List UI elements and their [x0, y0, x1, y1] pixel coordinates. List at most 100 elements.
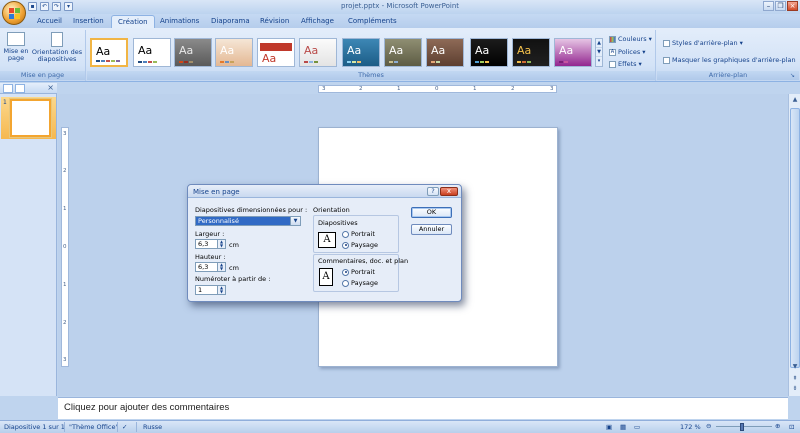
notes-paysage-radio[interactable]: Paysage [342, 279, 378, 287]
theme-4[interactable]: Aa [215, 38, 253, 67]
styles-arriere-plan-button[interactable]: Styles d'arrière-plan ▾ [663, 39, 743, 47]
tab-animations[interactable]: Animations [160, 17, 199, 25]
radio-selected-icon[interactable] [342, 268, 349, 276]
spin-down-icon[interactable]: ▼ [218, 290, 225, 294]
tab-diaporama[interactable]: Diaporama [211, 17, 250, 25]
radio-icon[interactable] [342, 230, 349, 238]
normal-view-icon[interactable]: ▣ [606, 423, 612, 431]
checkbox-icon[interactable] [663, 56, 670, 64]
status-language[interactable]: Russe [143, 423, 162, 431]
height-value[interactable]: 6,3 [198, 263, 208, 271]
theme-9[interactable]: Aa [426, 38, 464, 67]
height-spinner[interactable]: 6,3 ▲ ▼ [195, 262, 226, 272]
theme-sample: Aa [389, 44, 404, 57]
next-slide-icon[interactable]: ⇟ [790, 384, 800, 394]
theme-12[interactable]: Aa [554, 38, 592, 67]
theme-2[interactable]: Aa [133, 38, 171, 67]
spinner-buttons[interactable]: ▲ ▼ [217, 286, 225, 294]
theme-10[interactable]: Aa [470, 38, 508, 67]
slideshow-view-icon[interactable]: ▭ [634, 423, 640, 431]
ruler-tick: 2 [63, 168, 67, 174]
slide-number: 1 [3, 99, 7, 106]
numbering-value[interactable]: 1 [198, 286, 202, 294]
scroll-thumb[interactable] [790, 108, 800, 368]
dialog-launcher-icon[interactable]: ↘ [790, 72, 795, 79]
ruler-tick: 2 [511, 86, 515, 92]
orientation-button[interactable]: Orientation des diapositives [31, 32, 83, 63]
width-value[interactable]: 6,3 [198, 240, 208, 248]
ruler-tick: 2 [359, 86, 363, 92]
spellcheck-icon[interactable]: ✓ [122, 423, 127, 431]
gallery-more-icon[interactable]: ▾ [596, 57, 602, 66]
slides-paysage-radio[interactable]: Paysage [342, 241, 378, 249]
ok-button[interactable]: OK [411, 207, 452, 218]
slides-tab-icon[interactable] [3, 84, 13, 93]
numbering-spinner[interactable]: 1 ▲ ▼ [195, 285, 226, 295]
polices-button[interactable]: A Polices ▾ [609, 48, 646, 56]
theme-5[interactable]: Aa [257, 38, 295, 67]
office-button[interactable] [2, 1, 26, 25]
spinner-buttons[interactable]: ▲ ▼ [217, 263, 225, 271]
chevron-down-icon[interactable]: ▼ [290, 217, 300, 225]
slides-portrait-radio[interactable]: Portrait [342, 230, 375, 238]
zoom-slider-thumb[interactable] [740, 423, 744, 431]
theme-colors [347, 61, 361, 63]
slides-portrait-label: Portrait [351, 230, 375, 238]
panel-tabs: × [0, 83, 57, 94]
fit-to-window-icon[interactable]: ⊡ [789, 423, 794, 431]
scroll-up-icon[interactable]: ▲ [790, 95, 800, 105]
theme-colors [304, 61, 318, 63]
annuler-button[interactable]: Annuler [411, 224, 452, 235]
size-label: Diapositives dimensionnées pour : [195, 206, 308, 214]
zoom-in-icon[interactable]: ⊕ [775, 422, 780, 430]
minimize-icon[interactable]: – [763, 1, 774, 11]
radio-selected-icon[interactable] [342, 241, 349, 249]
zoom-level[interactable]: 172 % [680, 423, 701, 431]
slide-thumbnail[interactable] [10, 99, 51, 137]
tab-revision[interactable]: Révision [260, 17, 289, 25]
restore-icon[interactable]: ❐ [775, 1, 786, 11]
theme-11[interactable]: Aa [512, 38, 550, 67]
slide-size-select[interactable]: Personnalisé ▼ [195, 216, 301, 226]
vertical-scrollbar[interactable]: ▲ ▼ ⇞ ⇟ [788, 94, 800, 396]
close-window-icon[interactable]: × [787, 1, 798, 11]
font-icon: A [609, 48, 616, 56]
masquer-graphiques-checkbox[interactable]: Masquer les graphiques d'arrière-plan [663, 56, 796, 64]
radio-icon[interactable] [342, 279, 349, 287]
landscape-orientation-icon: A [318, 232, 336, 248]
help-icon[interactable]: ? [427, 187, 439, 196]
spin-down-icon[interactable]: ▼ [218, 267, 225, 271]
zoom-out-icon[interactable]: ⊖ [706, 422, 711, 430]
previous-slide-icon[interactable]: ⇞ [790, 374, 800, 384]
height-label: Hauteur : [195, 253, 226, 261]
tab-complements[interactable]: Compléments [348, 17, 397, 25]
mise-en-page-button[interactable]: Mise en page [3, 32, 29, 62]
themes-gallery-scroll[interactable]: ▲ ▼ ▾ [595, 38, 603, 67]
dialog-close-icon[interactable]: x [440, 187, 458, 196]
tab-accueil[interactable]: Accueil [37, 17, 62, 25]
slide-sorter-view-icon[interactable]: ▦ [620, 423, 626, 431]
outline-tab-icon[interactable] [15, 84, 25, 93]
theme-3[interactable]: Aa [174, 38, 212, 67]
group-arriere-plan: Styles d'arrière-plan ▾ Masquer les graph… [657, 30, 799, 81]
theme-sample: Aa [220, 44, 235, 57]
notes-pane[interactable]: Cliquez pour ajouter des commentaires [58, 397, 788, 419]
gallery-down-icon[interactable]: ▼ [596, 48, 602, 57]
effets-button[interactable]: Effets ▾ [609, 60, 642, 68]
tab-insertion[interactable]: Insertion [73, 17, 104, 25]
zoom-slider[interactable] [716, 426, 772, 427]
close-panel-icon[interactable]: × [47, 83, 54, 92]
theme-6[interactable]: Aa [299, 38, 337, 67]
width-spinner[interactable]: 6,3 ▲ ▼ [195, 239, 226, 249]
spinner-buttons[interactable]: ▲ ▼ [217, 240, 225, 248]
theme-office[interactable]: Aa [90, 38, 128, 67]
couleurs-button[interactable]: Couleurs ▾ [609, 35, 652, 43]
gallery-up-icon[interactable]: ▲ [596, 39, 602, 48]
tab-creation[interactable]: Création [111, 15, 155, 28]
theme-7[interactable]: Aa [342, 38, 380, 67]
notes-portrait-radio[interactable]: Portrait [342, 268, 375, 276]
spin-down-icon[interactable]: ▼ [218, 244, 225, 248]
theme-8[interactable]: Aa [384, 38, 422, 67]
scroll-down-icon[interactable]: ▼ [790, 362, 800, 372]
tab-affichage[interactable]: Affichage [301, 17, 334, 25]
